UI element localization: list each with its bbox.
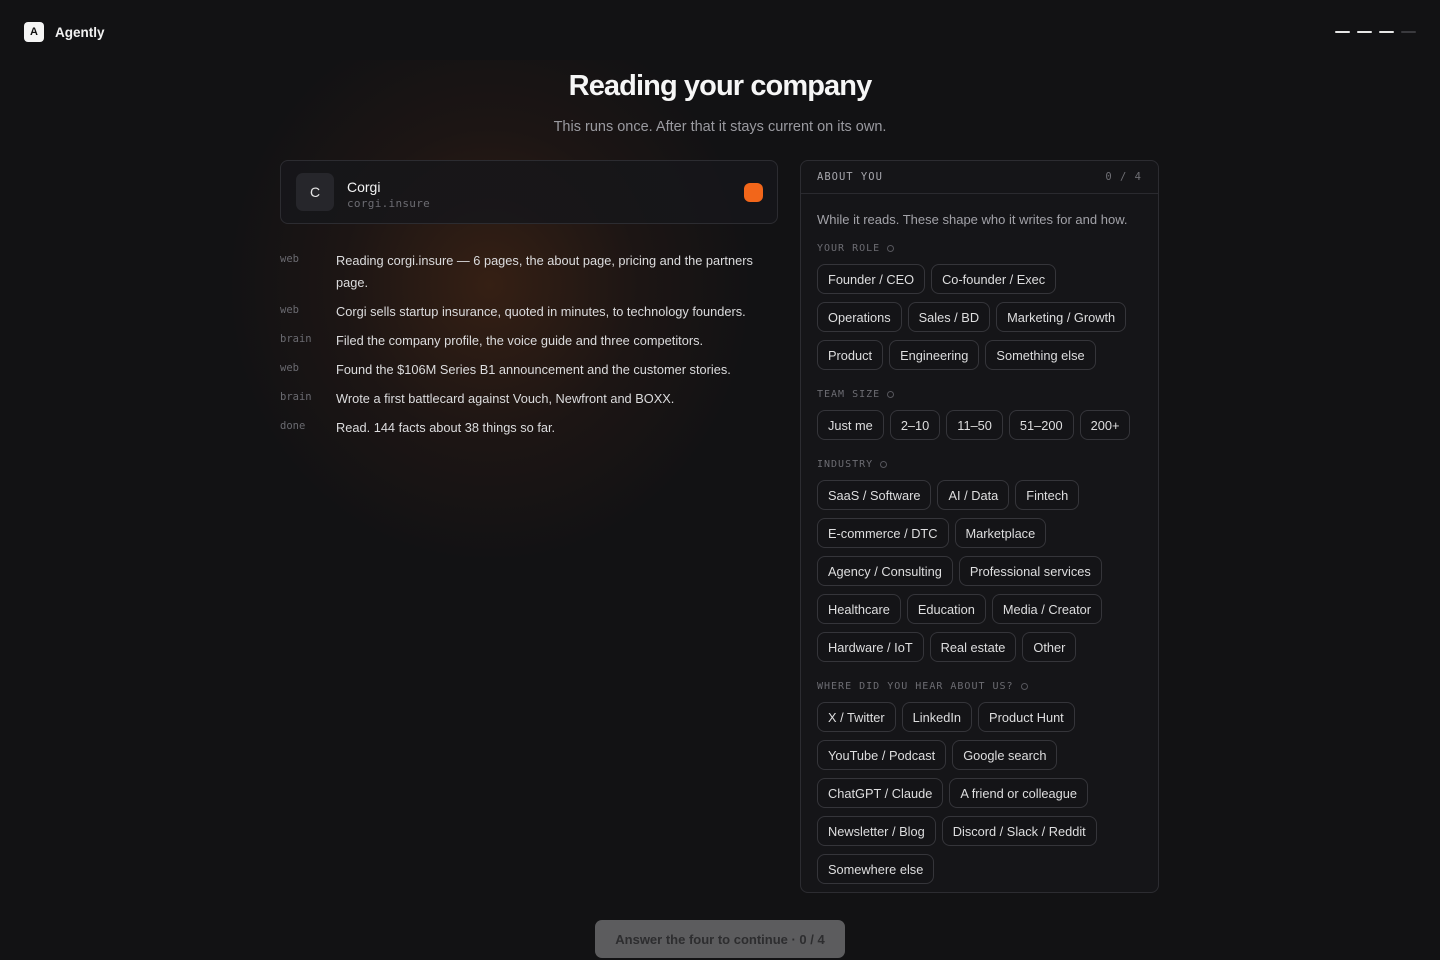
option-chip[interactable]: Hardware / IoT: [817, 632, 924, 662]
company-card: C Corgi corgi.insure: [280, 160, 778, 224]
app-name: Agently: [55, 24, 105, 40]
company-domain: corgi.insure: [347, 197, 431, 210]
option-chip[interactable]: 11–50: [946, 410, 1003, 440]
option-chip[interactable]: ChatGPT / Claude: [817, 778, 944, 808]
about-body: While it reads. These shape who it write…: [801, 194, 1158, 884]
continue-button[interactable]: Answer the four to continue · 0 / 4: [595, 920, 845, 958]
log-text: Wrote a first battlecard against Vouch, …: [336, 391, 675, 406]
log-tag: brain: [280, 333, 312, 345]
unanswered-icon: [887, 391, 895, 398]
section-label: TEAM SIZE: [817, 388, 1142, 401]
log-text: Read. 144 facts about 38 things so far.: [336, 420, 556, 435]
option-chip[interactable]: YouTube / Podcast: [817, 740, 947, 770]
unanswered-icon: [887, 245, 895, 252]
section-label: INDUSTRY: [817, 458, 1142, 471]
log-entry: done Read. 144 facts about 38 things so f…: [280, 417, 780, 439]
option-chip[interactable]: SaaS / Software: [817, 480, 932, 510]
option-chip[interactable]: Marketing / Growth: [996, 302, 1127, 332]
log-tag: web: [280, 253, 299, 265]
section-label-text: TEAM SIZE: [817, 389, 881, 400]
option-chip[interactable]: Discord / Slack / Reddit: [941, 816, 1097, 846]
option-chip[interactable]: 200+: [1079, 410, 1131, 440]
option-chip[interactable]: Fintech: [1015, 480, 1080, 510]
option-chip[interactable]: Operations: [817, 302, 902, 332]
progress-step: [1401, 31, 1416, 33]
brand[interactable]: A Agently: [24, 22, 105, 42]
option-chip[interactable]: Media / Creator: [991, 594, 1103, 624]
option-group: SaaS / Software AI / Data Fintech E-commerc…: [817, 480, 1142, 662]
option-chip[interactable]: Other: [1022, 632, 1077, 662]
progress-step: [1379, 31, 1394, 33]
answered-count: 0 / 4: [1105, 171, 1142, 183]
section-label: WHERE DID YOU HEAR ABOUT US?: [817, 680, 1142, 693]
log-tag: done: [280, 420, 306, 432]
option-chip[interactable]: LinkedIn: [901, 702, 973, 732]
progress-steps: [1335, 31, 1416, 33]
about-header: ABOUT YOU 0 / 4: [801, 161, 1158, 194]
option-chip[interactable]: Marketplace: [954, 518, 1047, 548]
option-group: Just me 2–10 11–50 51–200 200+: [817, 410, 1142, 440]
company-avatar: C: [296, 173, 334, 211]
progress-step: [1335, 31, 1350, 33]
section-label-text: INDUSTRY: [817, 459, 874, 470]
log-text: Filed the company profile, the voice gui…: [336, 333, 704, 348]
option-chip[interactable]: Product Hunt: [978, 702, 1075, 732]
log-text: Corgi sells startup insurance, quoted in…: [336, 304, 746, 319]
log-entry: web Reading corgi.insure — 6 pages, the a…: [280, 250, 780, 294]
company-name: Corgi: [347, 179, 381, 195]
about-heading: ABOUT YOU: [817, 171, 883, 183]
option-chip[interactable]: Founder / CEO: [817, 264, 926, 294]
option-chip[interactable]: Sales / BD: [907, 302, 991, 332]
question-sections: YOUR ROLE Founder / CEO Co-founder / Exec O…: [817, 242, 1142, 884]
option-chip[interactable]: 51–200: [1008, 410, 1074, 440]
option-chip[interactable]: Newsletter / Blog: [817, 816, 936, 846]
option-group: X / Twitter LinkedIn Product Hunt YouTube /…: [817, 702, 1142, 884]
log-text: Reading corgi.insure — 6 pages, the abou…: [336, 253, 753, 290]
option-chip[interactable]: Healthcare: [817, 594, 901, 624]
option-chip[interactable]: Somewhere else: [817, 854, 935, 884]
page-subtitle: This runs once. After that it stays curr…: [553, 119, 887, 135]
unanswered-icon: [880, 461, 888, 468]
option-chip[interactable]: Something else: [985, 340, 1096, 370]
option-chip[interactable]: Real estate: [929, 632, 1017, 662]
activity-log: web Reading corgi.insure — 6 pages, the a…: [280, 250, 780, 446]
log-text: Found the $106M Series B1 announcement a…: [336, 362, 731, 377]
section-label: YOUR ROLE: [817, 242, 1142, 255]
option-chip[interactable]: Agency / Consulting: [817, 556, 953, 586]
option-chip[interactable]: Professional services: [958, 556, 1102, 586]
option-chip[interactable]: Just me: [817, 410, 884, 440]
log-tag: brain: [280, 391, 312, 403]
progress-step: [1357, 31, 1372, 33]
about-intro: While it reads. These shape who it write…: [817, 212, 1128, 227]
option-chip[interactable]: X / Twitter: [817, 702, 896, 732]
unanswered-icon: [1020, 683, 1028, 690]
status-indicator-icon: [744, 183, 763, 202]
log-entry: web Corgi sells startup insurance, quoted…: [280, 301, 780, 323]
logo-icon: A: [24, 22, 44, 42]
option-chip[interactable]: Co-founder / Exec: [931, 264, 1057, 294]
log-tag: web: [280, 362, 299, 374]
log-entry: brain Wrote a first battlecard against Vo…: [280, 388, 780, 410]
option-chip[interactable]: 2–10: [889, 410, 941, 440]
log-tag: web: [280, 304, 299, 316]
option-chip[interactable]: Product: [817, 340, 884, 370]
option-chip[interactable]: Google search: [952, 740, 1058, 770]
section-label-text: WHERE DID YOU HEAR ABOUT US?: [817, 681, 1014, 692]
option-chip[interactable]: E-commerce / DTC: [817, 518, 949, 548]
option-chip[interactable]: A friend or colleague: [949, 778, 1088, 808]
page-title: Reading your company: [568, 70, 873, 102]
option-chip[interactable]: Education: [906, 594, 986, 624]
option-chip[interactable]: AI / Data: [937, 480, 1010, 510]
option-chip[interactable]: Engineering: [889, 340, 980, 370]
about-you-panel: ABOUT YOU 0 / 4 While it reads. These sh…: [800, 160, 1159, 893]
section-label-text: YOUR ROLE: [817, 243, 881, 254]
option-group: Founder / CEO Co-founder / Exec Operations…: [817, 264, 1142, 370]
log-entry: brain Filed the company profile, the voic…: [280, 330, 780, 352]
log-entry: web Found the $106M Series B1 announcemen…: [280, 359, 780, 381]
